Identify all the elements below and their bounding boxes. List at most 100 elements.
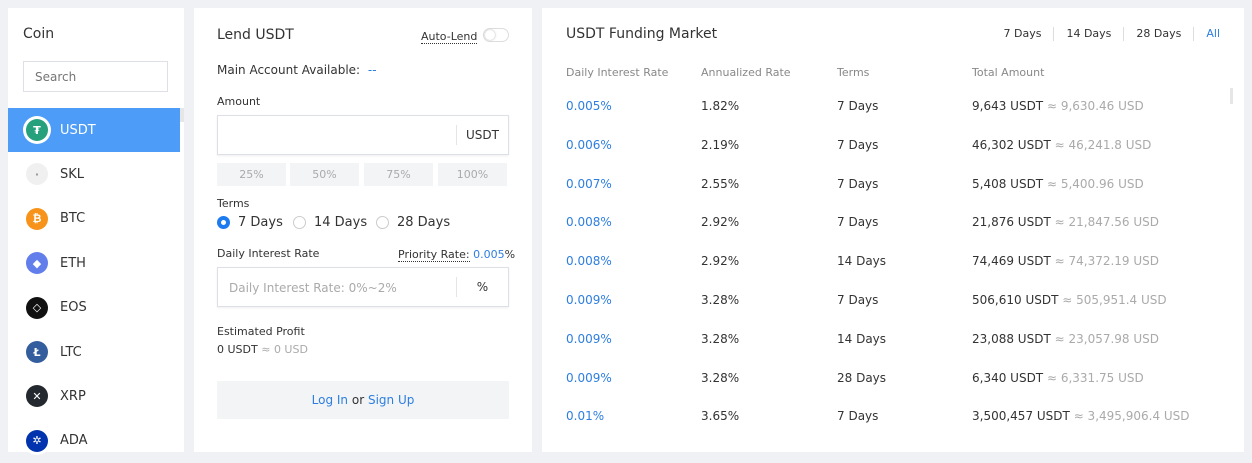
coin-item-skl[interactable]: · SKL xyxy=(8,152,180,196)
funding-market-panel: USDT Funding Market 7 Days 14 Days 28 Da… xyxy=(542,8,1244,452)
coin-item-ada[interactable]: ✲ ADA xyxy=(8,419,180,463)
radio-icon xyxy=(376,216,389,229)
terms: 7 Days xyxy=(837,137,879,152)
annualized-rate: 3.28% xyxy=(701,293,740,307)
annualized-rate: 3.28% xyxy=(701,370,740,385)
login-signup-box: Log In or Sign Up xyxy=(217,381,509,419)
coin-name: SKL xyxy=(60,166,85,182)
term-label: 14 Days xyxy=(314,215,368,230)
annualized-rate: 3.65% xyxy=(701,409,740,424)
skl-icon: · xyxy=(26,163,48,186)
auto-lend-label[interactable]: Auto-Lend xyxy=(421,30,478,44)
coin-item-eth[interactable]: ◆ ETH xyxy=(8,241,180,285)
percent-75-button[interactable]: 75% xyxy=(364,163,433,186)
priority-rate-label[interactable]: Priority Rate: xyxy=(398,248,470,262)
amount-label: Amount xyxy=(217,95,261,108)
coin-name: USDT xyxy=(60,122,96,138)
daily-rate: 0.006% xyxy=(566,137,612,152)
approx-sign: ≈ xyxy=(261,343,271,356)
annualized-rate: 2.19% xyxy=(701,137,740,152)
market-title: USDT Funding Market xyxy=(566,26,718,42)
coin-name: LTC xyxy=(60,344,82,360)
btc-icon: ₿ xyxy=(26,207,48,230)
terms: 14 Days xyxy=(837,254,887,269)
table-row[interactable]: 0.009% 3.28% 14 Days 23,088 USDT ≈ 23,057.9… xyxy=(542,332,1232,352)
annualized-rate: 1.82% xyxy=(701,99,740,113)
coin-item-ltc[interactable]: Ł LTC xyxy=(8,330,180,374)
radio-icon xyxy=(293,216,306,229)
term-label: 7 Days xyxy=(238,215,283,230)
terms: 14 Days xyxy=(837,331,887,346)
tab-28-days[interactable]: 28 Days xyxy=(1123,27,1193,41)
total-usd: ≈ 21,847.56 USD xyxy=(1054,215,1160,230)
total-amount: 74,469 USDT xyxy=(972,254,1051,269)
table-row[interactable]: 0.009% 3.28% 7 Days 506,610 USDT ≈ 505,951.… xyxy=(542,293,1232,313)
radio-selected-icon xyxy=(217,216,230,229)
xrp-icon: ✕ xyxy=(26,385,48,408)
profit-usd: 0 USD xyxy=(273,343,308,356)
terms: 7 Days xyxy=(837,409,879,424)
signup-link[interactable]: Sign Up xyxy=(368,393,414,407)
coin-item-xrp[interactable]: ✕ XRP xyxy=(8,374,180,418)
table-row[interactable]: 0.009% 3.28% 28 Days 6,340 USDT ≈ 6,331.75 … xyxy=(542,371,1232,391)
percent-100-button[interactable]: 100% xyxy=(438,163,507,186)
rate-input[interactable]: Daily Interest Rate: 0%~2%% xyxy=(217,267,509,307)
tab-all[interactable]: All xyxy=(1193,27,1232,41)
amount-input[interactable]: USDT xyxy=(217,115,509,155)
daily-rate: 0.009% xyxy=(566,331,612,346)
daily-rate: 0.01% xyxy=(566,409,605,424)
rate-placeholder: Daily Interest Rate: 0%~2% xyxy=(229,281,397,295)
total-amount: 3,500,457 USDT xyxy=(972,409,1070,424)
term-label: 28 Days xyxy=(397,215,451,230)
login-link[interactable]: Log In xyxy=(312,393,348,407)
term-radio-14[interactable]: 14 Days xyxy=(293,215,367,230)
table-row[interactable]: 0.01% 3.65% 7 Days 3,500,457 USDT ≈ 3,495,9… xyxy=(542,409,1232,429)
scrollbar[interactable] xyxy=(180,108,184,122)
coin-name: ADA xyxy=(60,433,88,449)
coin-name: EOS xyxy=(60,300,87,316)
auto-lend-toggle[interactable] xyxy=(483,28,509,42)
priority-rate-value: 0.005 xyxy=(473,248,505,261)
total-usd: ≈ 6,331.75 USD xyxy=(1046,370,1144,385)
annualized-rate: 2.92% xyxy=(701,254,740,269)
table-row[interactable]: 0.007% 2.55% 7 Days 5,408 USDT ≈ 5,400.96 U… xyxy=(542,177,1232,197)
coin-item-btc[interactable]: ₿ BTC xyxy=(8,197,180,241)
total-amount: 5,408 USDT xyxy=(972,176,1044,191)
total-amount: 21,876 USDT xyxy=(972,215,1051,230)
annualized-rate: 3.28% xyxy=(701,331,740,346)
scrollbar[interactable] xyxy=(1230,88,1233,104)
table-row[interactable]: 0.008% 2.92% 7 Days 21,876 USDT ≈ 21,847.56… xyxy=(542,215,1232,235)
percent-25-button[interactable]: 25% xyxy=(217,163,286,186)
percent-50-button[interactable]: 50% xyxy=(290,163,359,186)
daily-rate: 0.008% xyxy=(566,215,612,230)
terms-label: Terms xyxy=(217,197,250,210)
coin-item-eos[interactable]: ◇ EOS xyxy=(8,286,180,330)
rate-unit: % xyxy=(456,277,508,297)
terms: 7 Days xyxy=(837,215,879,230)
terms: 7 Days xyxy=(837,293,879,307)
term-radio-7[interactable]: 7 Days xyxy=(217,215,283,230)
tab-7-days[interactable]: 7 Days xyxy=(992,27,1054,41)
header-daily-rate: Daily Interest Rate xyxy=(566,66,669,79)
terms: 7 Days xyxy=(837,99,879,113)
coin-search-input[interactable] xyxy=(23,61,168,92)
available-label: Main Account Available: xyxy=(217,63,361,77)
header-total: Total Amount xyxy=(972,66,1045,79)
lend-title: Lend USDT xyxy=(217,27,294,43)
table-row[interactable]: 0.006% 2.19% 7 Days 46,302 USDT ≈ 46,241.8 … xyxy=(542,138,1232,158)
tab-14-days[interactable]: 14 Days xyxy=(1053,27,1123,41)
total-amount: 9,643 USDT xyxy=(972,99,1044,113)
usdt-icon: ₮ xyxy=(26,119,48,141)
total-usd: ≈ 23,057.98 USD xyxy=(1054,331,1160,346)
table-row[interactable]: 0.005% 1.82% 7 Days 9,643 USDT ≈ 9,630.46 U… xyxy=(542,99,1232,119)
daily-rate: 0.008% xyxy=(566,254,612,269)
profit-usdt: 0 USDT xyxy=(217,343,258,356)
available-value: -- xyxy=(367,63,377,77)
priority-rate-pct: % xyxy=(504,248,516,261)
coin-item-usdt[interactable]: ₮ USDT xyxy=(8,108,180,152)
coin-name: XRP xyxy=(60,388,86,404)
annualized-rate: 2.92% xyxy=(701,215,740,230)
table-row[interactable]: 0.008% 2.92% 14 Days 74,469 USDT ≈ 74,372.1… xyxy=(542,254,1232,274)
term-radio-28[interactable]: 28 Days xyxy=(376,215,450,230)
coin-panel: Coin ₮ USDT · SKL ₿ BTC ◆ ETH ◇ EOS Ł LTC ✕ XRP ✲ ADA xyxy=(8,8,184,452)
